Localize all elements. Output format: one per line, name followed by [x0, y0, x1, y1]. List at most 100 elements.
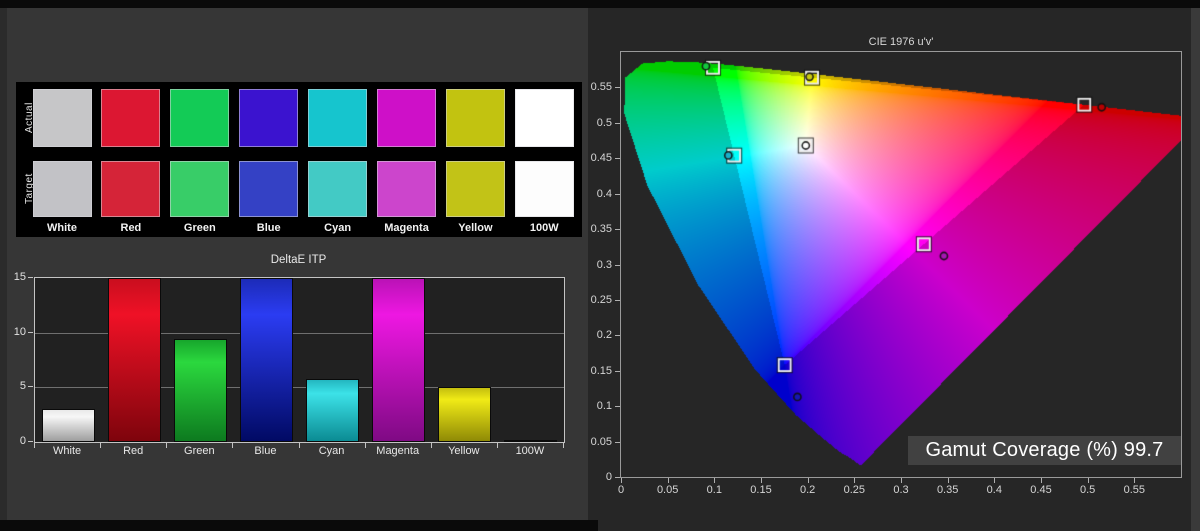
cie-ytick-mark-0.4 [615, 193, 620, 195]
swatch-actual-yellow [445, 89, 505, 147]
bar-red [107, 278, 161, 442]
cie-xtick-mark-0.25 [854, 478, 856, 483]
bar-ytick-label-5: 5 [19, 380, 26, 393]
swatch-actual-100w [514, 89, 574, 147]
cie-ytick-label-0.05: 0.05 [590, 435, 612, 448]
cie-xtick-mark-0.35 [947, 478, 949, 483]
swatch-label-red: Red [120, 222, 142, 234]
cie-xtick-label-0.05: 0.05 [656, 484, 679, 496]
cie-xtick-label-0.5: 0.5 [1080, 484, 1096, 496]
swatch-actual-green [170, 89, 230, 147]
cie-ytick-label-0.55: 0.55 [590, 81, 612, 94]
cie-xtick-label-0.25: 0.25 [843, 484, 866, 496]
cie-ytick-mark-0.5 [615, 122, 620, 124]
bar-category-label-100w: 100W [515, 445, 545, 457]
cie-xtick-mark-0.45 [1041, 478, 1042, 483]
swatch-label-green: Green [183, 222, 216, 234]
bar-xtick-mark-4 [298, 443, 300, 448]
swatch-target-100w [514, 161, 574, 217]
swatch-label-cyan: Cyan [324, 222, 352, 234]
bar-magenta [372, 278, 426, 442]
cie-ytick-mark-0.1 [615, 406, 620, 408]
bar-ytick-mark-15 [28, 277, 33, 278]
swatch-label-magenta: Magenta [384, 222, 429, 234]
cie-ytick-mark-0.05 [615, 441, 620, 443]
cie-ytick-mark-0.55 [615, 87, 620, 89]
bar-blue [239, 278, 293, 442]
bar-category-label-white: White [53, 445, 82, 457]
cie-xtick-mark-0.2 [807, 478, 809, 483]
cie-xtick-label-0.4: 0.4 [986, 484, 1002, 496]
top-edge-strip [0, 0, 1200, 8]
bar-xtick-mark-2 [166, 443, 168, 448]
cie-ytick-label-0.5: 0.5 [596, 116, 612, 129]
bar-category-label-magenta: Magenta [376, 445, 420, 457]
cie-xtick-label-0.2: 0.2 [800, 484, 816, 496]
bar-category-label-green: Green [184, 445, 215, 457]
cie-ytick-label-0.4: 0.4 [596, 187, 612, 200]
cie-ytick-mark-0.3 [615, 264, 620, 266]
cie-xtick-mark-0.55 [1134, 478, 1136, 483]
cie-ytick-label-0.25: 0.25 [590, 293, 612, 306]
cie-ytick-label-0.3: 0.3 [596, 258, 612, 271]
bar-category-label-yellow: Yellow [448, 445, 480, 457]
bar-xtick-mark-5 [364, 443, 366, 448]
bar-xtick-mark-3 [232, 443, 234, 448]
color-calibration-analysis-screen: Actual Target White Red Green Blue Cyan Magen… [0, 0, 1200, 531]
cie-chart-title: CIE 1976 u'v' [868, 36, 934, 48]
swatch-label-100w: 100W [529, 222, 559, 234]
cie-ytick-label-0: 0 [605, 471, 612, 483]
bar-green [173, 339, 227, 442]
swatch-label-blue: Blue [256, 222, 281, 234]
cie-ytick-mark-0.35 [615, 229, 620, 231]
cie-ytick-label-0.45: 0.45 [590, 152, 612, 165]
cie-ytick-mark-0.25 [615, 299, 620, 301]
swatch-target-green [170, 161, 230, 217]
cie-xtick-label-0.15: 0.15 [750, 484, 772, 496]
cie-ytick-label-0.15: 0.15 [590, 364, 612, 377]
swatch-actual-blue [239, 89, 299, 147]
bar-category-label-red: Red [123, 445, 144, 457]
cie-chart-plot-area: Gamut Coverage (%) 99.7 [620, 51, 1182, 478]
bar-white [41, 409, 95, 442]
bar-100w [504, 439, 558, 442]
cie-xtick-mark-0.1 [714, 478, 716, 483]
bar-ytick-mark-10 [28, 331, 33, 333]
bottom-edge-strip [0, 520, 598, 531]
bar-xtick-mark-7 [496, 443, 498, 448]
cie-xtick-label-0.1: 0.1 [706, 484, 722, 496]
swatch-label-white: White [47, 222, 77, 234]
cie-xtick-mark-0.15 [761, 478, 762, 483]
bar-category-label-cyan: Cyan [318, 445, 345, 457]
cie-xtick-label-0.3: 0.3 [893, 484, 909, 496]
gamut-coverage-badge: Gamut Coverage (%) 99.7 [908, 436, 1181, 465]
cie-xtick-label-0.35: 0.35 [936, 484, 959, 496]
bar-xtick-mark-8 [563, 443, 564, 448]
cie-xtick-label-0: 0 [617, 484, 625, 496]
cie-ytick-label-0.1: 0.1 [596, 400, 612, 413]
bar-ytick-label-10: 10 [13, 325, 26, 338]
bar-ytick-mark-0 [28, 441, 33, 442]
swatch-label-yellow: Yellow [458, 222, 493, 234]
swatch-actual-red [101, 89, 161, 147]
cie-ytick-mark-0 [615, 477, 620, 478]
color-checker-panel: Actual Target White Red Green Blue Cyan Magen… [16, 82, 582, 237]
swatch-actual-cyan [308, 89, 368, 147]
bar-xtick-mark-0 [34, 443, 35, 448]
cie-xtick-mark-0 [621, 478, 622, 483]
swatch-target-cyan [308, 161, 368, 217]
cie-ytick-label-0.2: 0.2 [596, 329, 612, 342]
right-edge-strip [1191, 8, 1200, 531]
bar-ytick-mark-5 [28, 386, 33, 388]
cie-ytick-mark-0.2 [615, 335, 620, 337]
cie-xtick-label-0.55: 0.55 [1123, 484, 1146, 496]
swatch-target-blue [239, 161, 299, 217]
bar-chart-plot-area [34, 277, 565, 443]
bar-xtick-mark-6 [430, 443, 432, 448]
bar-xtick-mark-1 [100, 443, 102, 448]
bar-ytick-label-0: 0 [19, 435, 26, 447]
swatch-target-white [32, 161, 92, 217]
swatch-actual-magenta [377, 89, 436, 147]
swatch-target-magenta [377, 161, 436, 217]
cie-xtick-mark-0.05 [667, 478, 669, 483]
